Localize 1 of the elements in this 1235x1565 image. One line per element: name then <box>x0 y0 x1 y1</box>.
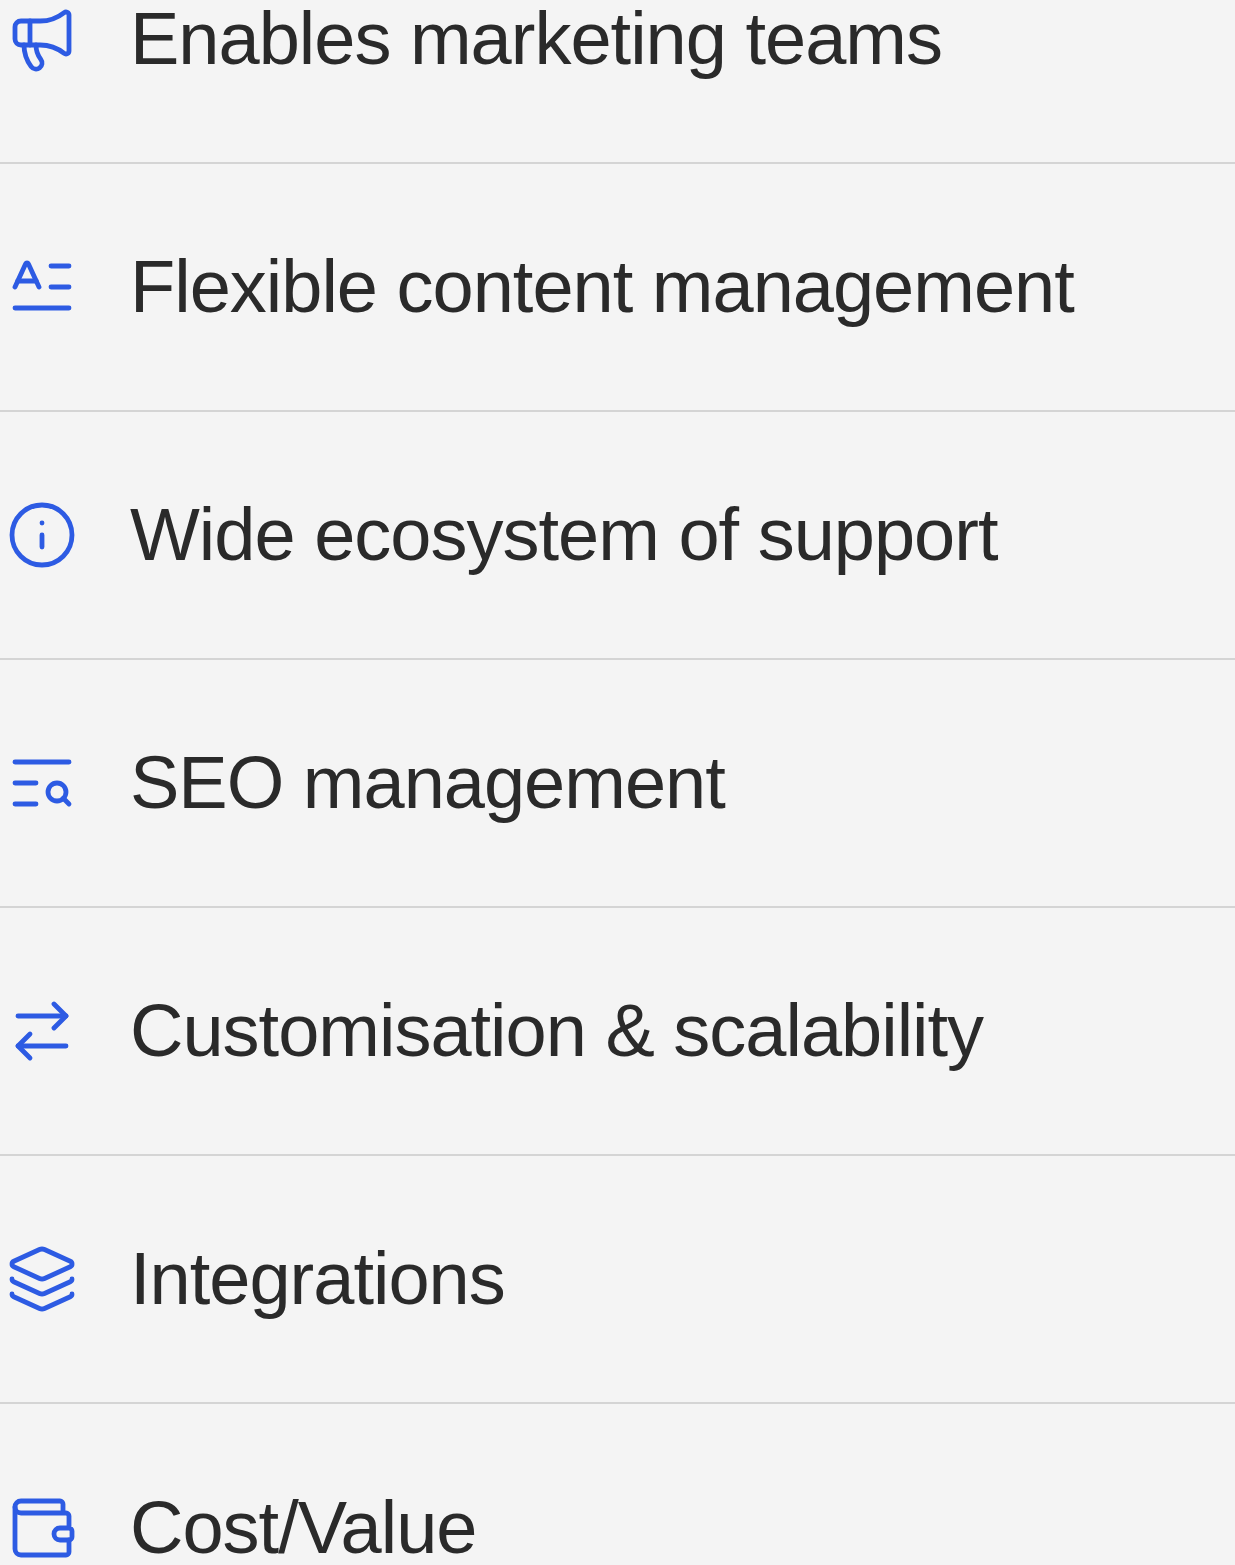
feature-label: Cost/Value <box>130 1491 477 1565</box>
